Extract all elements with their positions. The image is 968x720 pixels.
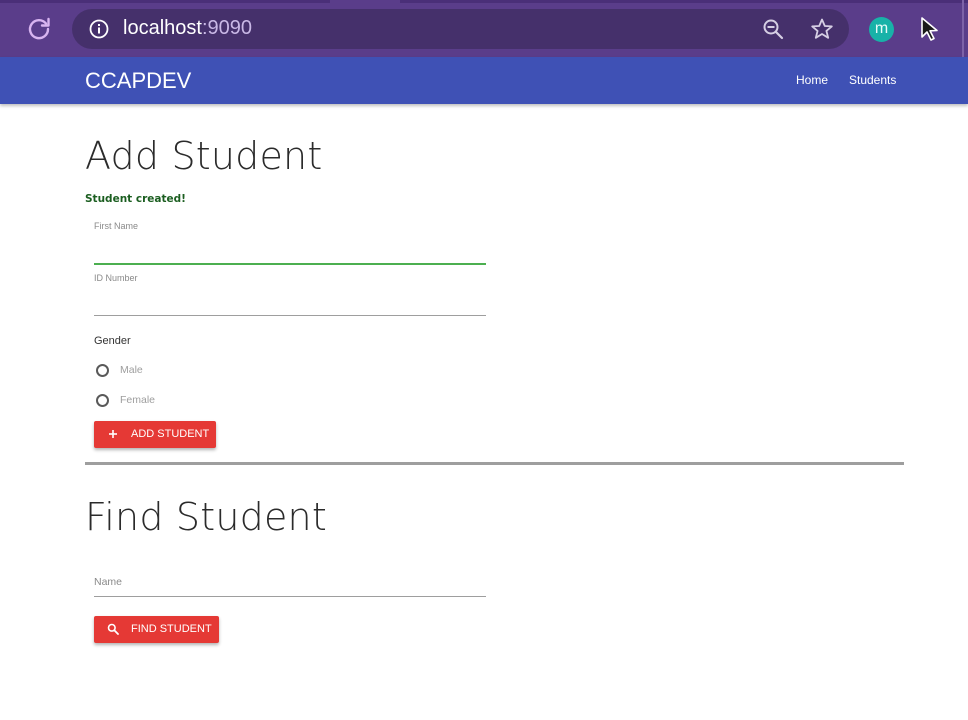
success-message: Student created! xyxy=(85,193,186,205)
plus-icon xyxy=(107,428,119,440)
id-number-label: ID Number xyxy=(94,273,138,283)
star-icon[interactable] xyxy=(810,17,834,41)
search-icon xyxy=(107,623,119,635)
first-name-field[interactable] xyxy=(94,240,486,262)
id-number-field[interactable] xyxy=(94,292,486,314)
add-student-button[interactable]: ADD STUDENT xyxy=(94,421,216,448)
brand-logo[interactable]: CCAPDEV xyxy=(85,68,191,94)
name-search-underline xyxy=(94,596,486,597)
find-student-button-label: FIND STUDENT xyxy=(131,623,212,635)
profile-avatar[interactable]: m xyxy=(869,17,894,42)
address-bar[interactable]: localhost:9090 xyxy=(72,9,849,49)
nav-link-students[interactable]: Students xyxy=(849,73,896,87)
find-student-button[interactable]: FIND STUDENT xyxy=(94,616,219,643)
zoom-out-icon[interactable] xyxy=(762,18,784,40)
reload-icon[interactable] xyxy=(24,14,54,44)
radio-female[interactable] xyxy=(96,394,109,407)
section-divider xyxy=(85,462,904,465)
cursor-icon[interactable] xyxy=(918,16,942,42)
url-port: :9090 xyxy=(201,17,252,39)
active-tab-indicator[interactable] xyxy=(330,0,400,3)
id-number-underline xyxy=(94,315,486,316)
info-icon[interactable] xyxy=(89,19,109,39)
add-student-button-label: ADD STUDENT xyxy=(131,428,210,440)
url-host: localhost xyxy=(123,17,202,39)
url-text[interactable]: localhost:9090 xyxy=(123,17,252,40)
first-name-label: First Name xyxy=(94,221,139,231)
tab-strip xyxy=(0,0,968,3)
first-name-underline xyxy=(94,263,486,265)
gender-label: Gender xyxy=(94,335,131,347)
radio-male[interactable] xyxy=(96,364,109,377)
browser-toolbar: localhost:9090 m xyxy=(0,0,968,57)
radio-male-label[interactable]: Male xyxy=(120,364,143,376)
nav-link-home[interactable]: Home xyxy=(796,73,828,87)
name-search-field[interactable] xyxy=(94,570,486,592)
toolbar-divider xyxy=(962,0,964,57)
add-student-title: Add Student xyxy=(85,134,323,178)
app-navbar: CCAPDEV Home Students xyxy=(0,57,968,104)
radio-female-label[interactable]: Female xyxy=(120,394,155,406)
find-student-title: Find Student xyxy=(85,495,327,539)
